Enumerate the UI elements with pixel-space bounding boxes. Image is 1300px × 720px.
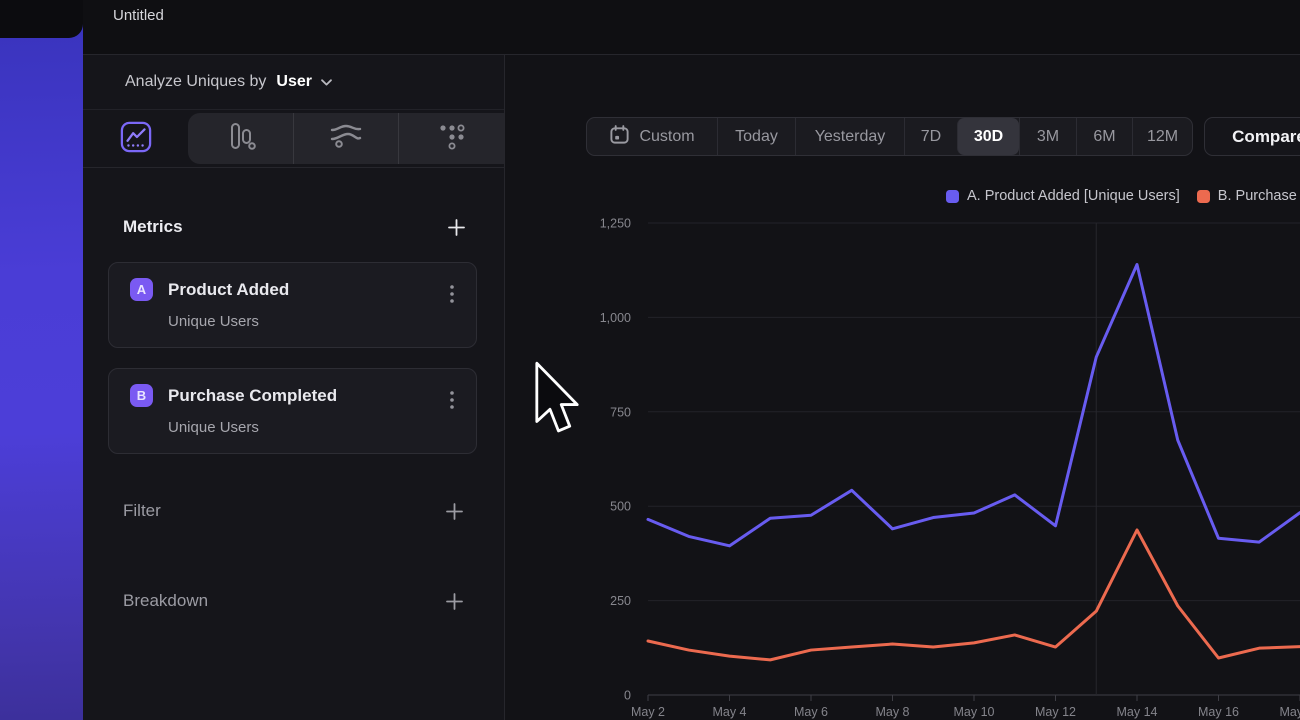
svg-text:750: 750 — [610, 405, 631, 419]
tab-dots-grid[interactable] — [398, 113, 504, 164]
desktop-gradient-strip — [0, 0, 83, 720]
query-builder-sidebar: Analyze Uniques by User — [83, 55, 505, 720]
metric-name[interactable]: Purchase Completed — [168, 386, 337, 406]
metric-card-a[interactable]: A Product Added Unique Users — [108, 262, 477, 348]
tab-bar-chart[interactable] — [188, 113, 293, 164]
svg-text:500: 500 — [610, 500, 631, 514]
bar-chart-icon — [224, 122, 256, 155]
line-chart-icon — [120, 121, 152, 158]
svg-text:May 8: May 8 — [875, 705, 909, 719]
svg-text:May 12: May 12 — [1035, 705, 1076, 719]
metric-aggregation[interactable]: Unique Users — [168, 419, 456, 436]
breakdown-section: Breakdown — [83, 587, 504, 615]
svg-text:May 4: May 4 — [712, 705, 746, 719]
metric-aggregation[interactable]: Unique Users — [168, 313, 456, 330]
svg-text:1,000: 1,000 — [600, 311, 631, 325]
analytics-app-window: Untitled Analyze Uniques by User — [83, 0, 1300, 720]
flow-chart-icon — [329, 123, 363, 154]
svg-text:May 10: May 10 — [954, 705, 995, 719]
svg-text:May 14: May 14 — [1117, 705, 1158, 719]
svg-text:May 18: May 18 — [1280, 705, 1300, 719]
metric-name[interactable]: Product Added — [168, 280, 289, 300]
metric-badge: A — [130, 278, 153, 301]
chart-type-tabbar — [83, 111, 504, 168]
analyze-entity-dropdown[interactable]: User — [276, 73, 312, 91]
chart-panel: Custom Today Yesterday 7D 30D 3M 6M 12M … — [506, 55, 1300, 720]
breakdown-title: Breakdown — [123, 591, 208, 611]
filter-section: Filter — [83, 497, 504, 525]
line-chart[interactable]: 0 250 500 750 1,000 1,250 May 2 May 4 May 6 May 8… — [506, 55, 1300, 720]
kebab-menu-icon[interactable] — [450, 391, 454, 414]
svg-text:May 2: May 2 — [631, 705, 665, 719]
svg-text:0: 0 — [624, 689, 631, 703]
svg-text:May 6: May 6 — [794, 705, 828, 719]
metrics-title: Metrics — [123, 217, 183, 237]
screen: Untitled Analyze Uniques by User — [0, 0, 1300, 720]
add-filter-button[interactable] — [444, 501, 464, 521]
report-title[interactable]: Untitled — [113, 7, 164, 24]
svg-text:May 16: May 16 — [1198, 705, 1239, 719]
analyze-label: Analyze Uniques by — [125, 73, 266, 91]
add-breakdown-button[interactable] — [444, 591, 464, 611]
metric-badge: B — [130, 384, 153, 407]
analyze-row: Analyze Uniques by User — [83, 55, 504, 110]
tab-line-chart[interactable] — [83, 111, 188, 167]
chart-type-tab-strip — [188, 113, 504, 164]
chevron-down-icon[interactable] — [320, 78, 333, 87]
svg-text:250: 250 — [610, 594, 631, 608]
dots-grid-icon — [438, 123, 465, 155]
mouse-cursor — [534, 361, 581, 440]
report-titlebar: Untitled — [83, 0, 1300, 55]
metric-cards: A Product Added Unique Users B Purchase … — [108, 262, 477, 454]
metrics-header: Metrics — [83, 213, 504, 241]
kebab-menu-icon[interactable] — [450, 285, 454, 308]
svg-text:1,250: 1,250 — [600, 217, 631, 231]
tab-flow-chart[interactable] — [293, 113, 399, 164]
add-metric-button[interactable] — [446, 217, 466, 237]
filter-title: Filter — [123, 501, 161, 521]
window-top-corner — [0, 0, 83, 38]
metric-card-b[interactable]: B Purchase Completed Unique Users — [108, 368, 477, 454]
